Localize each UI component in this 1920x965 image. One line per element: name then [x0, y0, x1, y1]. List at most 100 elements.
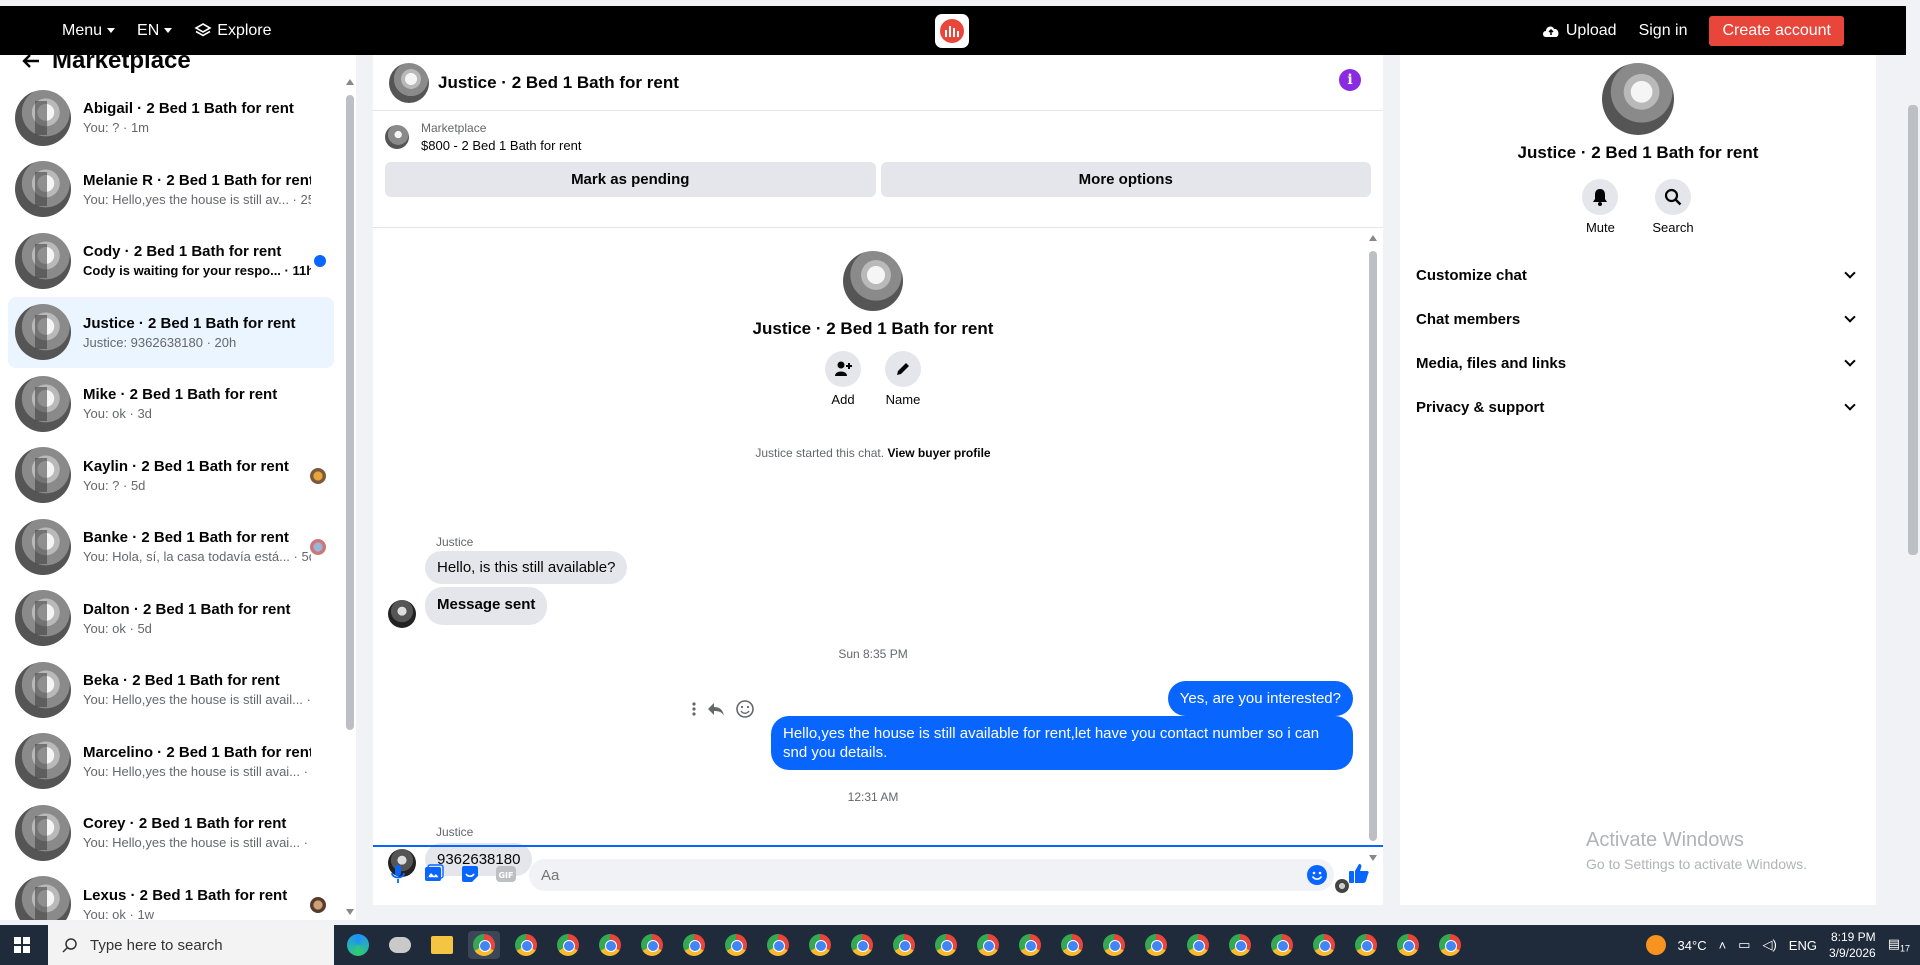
conversation-item[interactable]: Corey · 2 Bed 1 Bath for rent You: Hello,…: [8, 797, 334, 869]
chrome-icon[interactable]: [804, 931, 836, 959]
conversation-item[interactable]: Kaylin · 2 Bed 1 Bath for rent You: ? · 5…: [8, 440, 334, 512]
conversation-item[interactable]: Banke · 2 Bed 1 Bath for rent You: Hola, …: [8, 511, 334, 583]
temperature[interactable]: 34°C: [1678, 938, 1707, 953]
outgoing-message[interactable]: Hello,yes the house is still available f…: [771, 716, 1353, 770]
conversation-item[interactable]: Abigail · 2 Bed 1 Bath for rent You: ? · …: [8, 82, 334, 154]
photo-icon[interactable]: [423, 863, 445, 885]
more-options-button[interactable]: More options: [880, 162, 1371, 197]
chrome-icon[interactable]: [510, 931, 542, 959]
info-icon[interactable]: i: [1339, 69, 1361, 91]
conversation-item[interactable]: Dalton · 2 Bed 1 Bath for rent You: ok · …: [8, 583, 334, 655]
emoji-icon[interactable]: [1307, 865, 1327, 885]
chrome-icon[interactable]: [636, 931, 668, 959]
conversation-item[interactable]: Lexus · 2 Bed 1 Bath for rent You: ok · 1…: [8, 869, 334, 920]
media-files-links-section[interactable]: Media, files and links: [1416, 341, 1860, 385]
react-emoji-icon[interactable]: [735, 699, 755, 719]
conversation-item[interactable]: Cody · 2 Bed 1 Bath for rent Cody is wait…: [8, 225, 334, 297]
mute-button[interactable]: Mute: [1582, 179, 1619, 235]
menu-dropdown[interactable]: Menu: [62, 22, 116, 40]
search-icon: [1664, 188, 1682, 206]
chrome-icon[interactable]: [552, 931, 584, 959]
chrome-icon[interactable]: [1056, 931, 1088, 959]
chrome-icon[interactable]: [1350, 931, 1382, 959]
windows-start-icon[interactable]: [14, 937, 30, 953]
input-language[interactable]: ENG: [1789, 938, 1817, 953]
conversation-item[interactable]: Marcelino · 2 Bed 1 Bath for rent You: He…: [8, 726, 334, 798]
volume-icon[interactable]: ◁): [1762, 937, 1776, 953]
incoming-message[interactable]: Hello, is this still available?: [425, 551, 628, 584]
chat-title[interactable]: Justice · 2 Bed 1 Bath for rent: [438, 73, 679, 93]
more-vertical-icon[interactable]: [691, 701, 697, 717]
scroll-up-icon[interactable]: [346, 79, 354, 85]
mark-as-pending-button[interactable]: Mark as pending: [385, 162, 876, 197]
outgoing-message[interactable]: Yes, are you interested?: [1167, 681, 1353, 716]
edit-name-button[interactable]: Name: [885, 351, 921, 407]
chrome-icon[interactable]: [972, 931, 1004, 959]
file-explorer-icon[interactable]: [426, 931, 458, 959]
network-icon[interactable]: ▭: [1738, 937, 1750, 953]
chrome-icon[interactable]: [1308, 931, 1340, 959]
notification-icon[interactable]: ▤17: [1888, 936, 1910, 954]
incoming-message[interactable]: Message sent: [425, 587, 548, 625]
chrome-icon[interactable]: [678, 931, 710, 959]
chrome-icon[interactable]: [762, 931, 794, 959]
back-arrow-icon[interactable]: [22, 55, 40, 69]
taskbar-search[interactable]: Type here to search: [48, 925, 334, 965]
clock[interactable]: 8:19 PM 3/9/2026: [1829, 929, 1876, 961]
thumbs-up-icon[interactable]: [1348, 862, 1370, 884]
thread-scrollbar[interactable]: [1369, 231, 1377, 861]
gif-icon[interactable]: GIF: [495, 863, 517, 885]
chrome-icon[interactable]: [720, 931, 752, 959]
conversation-item[interactable]: Beka · 2 Bed 1 Bath for rent You: Hello,y…: [8, 654, 334, 726]
weather-app-icon[interactable]: [384, 931, 416, 959]
edge-icon[interactable]: [342, 931, 374, 959]
conversation-scrollbar[interactable]: [346, 75, 354, 915]
add-person-button[interactable]: Add: [825, 351, 861, 407]
chrome-icon[interactable]: [1014, 931, 1046, 959]
chat-avatar[interactable]: [389, 62, 429, 103]
customize-chat-section[interactable]: Customize chat: [1416, 253, 1860, 297]
chevron-up-icon[interactable]: ˄: [1719, 938, 1727, 953]
chrome-icon[interactable]: [594, 931, 626, 959]
listing-info[interactable]: Marketplace $800 - 2 Bed 1 Bath for rent: [385, 119, 1371, 153]
view-buyer-profile-link[interactable]: View buyer profile: [887, 446, 990, 460]
chrome-icon[interactable]: [1266, 931, 1298, 959]
search-button[interactable]: Search: [1652, 179, 1694, 235]
site-logo[interactable]: [935, 14, 969, 48]
language-dropdown[interactable]: EN: [137, 22, 173, 40]
chat-members-section[interactable]: Chat members: [1416, 297, 1860, 341]
scrollbar-thumb[interactable]: [1908, 105, 1918, 555]
conversation-item[interactable]: Mike · 2 Bed 1 Bath for rent You: ok · 3d: [8, 368, 334, 440]
scrollbar-thumb[interactable]: [346, 95, 354, 730]
chrome-icon[interactable]: [1434, 931, 1466, 959]
chrome-icon[interactable]: [1182, 931, 1214, 959]
conversation-item[interactable]: Melanie R · 2 Bed 1 Bath for rent You: He…: [8, 154, 334, 226]
sticker-icon[interactable]: [459, 863, 481, 885]
page-scrollbar[interactable]: [1908, 85, 1918, 915]
sender-avatar[interactable]: [388, 600, 416, 628]
explore-link[interactable]: Explore: [194, 22, 272, 40]
conversation-name: Justice · 2 Bed 1 Bath for rent: [83, 314, 296, 332]
chrome-icon[interactable]: [1140, 931, 1172, 959]
chrome-icon[interactable]: [1098, 931, 1130, 959]
conversation-item-active[interactable]: Justice · 2 Bed 1 Bath for rent Justice: …: [8, 296, 334, 368]
chrome-icon[interactable]: [1392, 931, 1424, 959]
chrome-icon[interactable]: [930, 931, 962, 959]
scroll-up-icon[interactable]: [1369, 235, 1377, 241]
upload-button[interactable]: Upload: [1541, 22, 1617, 40]
scrollbar-thumb[interactable]: [1369, 251, 1377, 841]
privacy-support-section[interactable]: Privacy & support: [1416, 385, 1860, 429]
reply-icon[interactable]: [707, 701, 725, 717]
chrome-icon[interactable]: [468, 931, 500, 959]
sign-in-link[interactable]: Sign in: [1639, 22, 1688, 40]
microphone-icon[interactable]: [387, 863, 409, 885]
scroll-down-icon[interactable]: [346, 909, 354, 915]
details-sections: Customize chat Chat members Media, files…: [1400, 253, 1876, 429]
chrome-icon[interactable]: [888, 931, 920, 959]
chrome-icon[interactable]: [846, 931, 878, 959]
weather-sun-icon[interactable]: [1645, 935, 1666, 955]
message-input[interactable]: [529, 859, 1334, 891]
create-account-button[interactable]: Create account: [1709, 15, 1844, 46]
top-navigation-bar: Menu EN Explore Upload Sign in Create ac…: [0, 6, 1906, 55]
chrome-icon[interactable]: [1224, 931, 1256, 959]
